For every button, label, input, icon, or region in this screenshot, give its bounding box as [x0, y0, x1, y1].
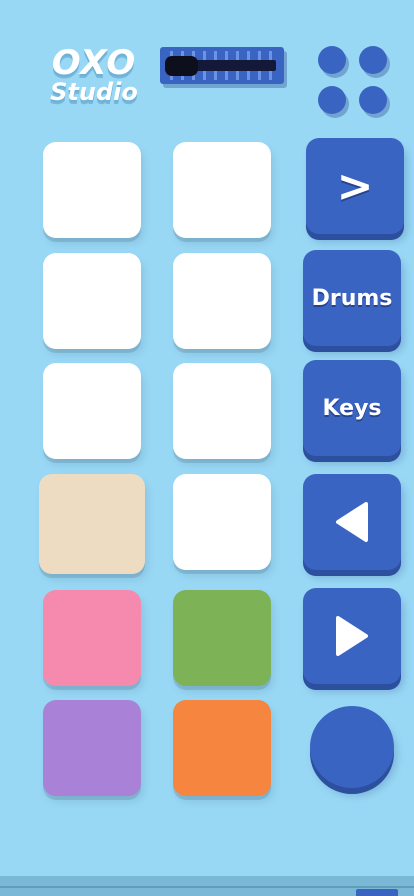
logo-title: OXO: [51, 43, 137, 83]
drum-pad[interactable]: [43, 590, 141, 686]
bottom-divider: [0, 886, 414, 888]
bottom-tab-indicator: [356, 889, 398, 896]
keys-button[interactable]: Keys: [303, 360, 401, 456]
keys-label: Keys: [322, 395, 382, 421]
slider-knob[interactable]: [165, 56, 198, 76]
play-icon: [336, 616, 368, 656]
drum-pad[interactable]: [173, 142, 271, 238]
drum-pad[interactable]: [43, 700, 141, 796]
drum-pad[interactable]: [173, 590, 271, 686]
drum-pad[interactable]: [43, 253, 141, 349]
menu-dot: [359, 86, 387, 114]
next-button[interactable]: >: [306, 138, 404, 234]
record-button[interactable]: [310, 706, 394, 788]
drum-pad[interactable]: [43, 142, 141, 238]
play-button[interactable]: [303, 588, 401, 684]
menu-dot: [318, 46, 346, 74]
triangle-left-icon: [336, 502, 368, 542]
volume-slider[interactable]: [160, 47, 284, 84]
drums-button[interactable]: Drums: [303, 250, 401, 346]
drum-pad[interactable]: [173, 474, 271, 570]
drums-label: Drums: [311, 285, 393, 311]
menu-dot: [359, 46, 387, 74]
oxo-studio-logo: OXO Studio: [42, 46, 146, 104]
drum-pad[interactable]: [173, 363, 271, 459]
drum-pad[interactable]: [43, 363, 141, 459]
drum-pad[interactable]: [173, 700, 271, 796]
logo-subtitle: Studio: [50, 78, 138, 106]
bottom-bar: [0, 876, 414, 896]
drum-pad[interactable]: [39, 474, 145, 574]
menu-dot: [318, 86, 346, 114]
drum-pad[interactable]: [173, 253, 271, 349]
next-label: >: [336, 160, 374, 212]
back-button[interactable]: [303, 474, 401, 570]
